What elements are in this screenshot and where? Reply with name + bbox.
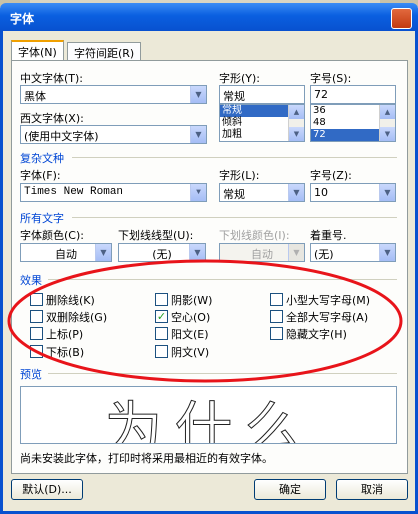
font-size-input[interactable]: 72 — [310, 85, 396, 104]
tab-font[interactable]: 字体(N) — [11, 40, 64, 62]
complex-style-value: 常规 — [223, 188, 245, 201]
complex-font-value: Times New Roman — [24, 186, 124, 198]
complex-size-label: 字号(Z): — [310, 169, 352, 182]
font-style-value: 常规 — [223, 90, 245, 103]
default-button[interactable]: 默认(D)... — [11, 479, 83, 500]
font-size-label: 字号(S): — [310, 72, 352, 85]
chinese-font-label: 中文字体(T): — [20, 72, 84, 85]
annotation-ellipse — [7, 259, 403, 383]
chevron-down-icon[interactable]: ▼ — [190, 184, 206, 201]
font-not-installed-note: 尚未安装此字体，打印时将采用最相近的有效字体。 — [20, 452, 273, 465]
complex-section-header: 复杂文种 — [20, 152, 64, 165]
close-button[interactable] — [391, 8, 412, 29]
chinese-font-combo[interactable]: 黑体 ▼ — [20, 85, 207, 104]
chinese-font-value: 黑体 — [24, 90, 46, 103]
scroll-up-icon[interactable]: ▲ — [380, 105, 395, 119]
complex-font-combo[interactable]: Times New Roman ▼ — [20, 183, 207, 202]
cancel-button[interactable]: 取消 — [336, 479, 408, 500]
complex-style-combo[interactable]: 常规 ▼ — [219, 183, 305, 202]
font-style-list[interactable]: 常规 倾斜 加粗 ▲ ▼ — [219, 104, 305, 142]
scroll-down-icon[interactable]: ▼ — [380, 127, 395, 141]
complex-style-label: 字形(L): — [219, 169, 260, 182]
tab-character-spacing-label: 字符间距(R) — [74, 47, 135, 60]
underline-style-label: 下划线线型(U): — [118, 229, 194, 242]
complex-font-label: 字体(F): — [20, 169, 61, 182]
ok-button[interactable]: 确定 — [254, 479, 326, 500]
complex-size-combo[interactable]: 10 ▼ — [310, 183, 396, 202]
title-bar[interactable]: 字体 — [0, 3, 418, 31]
scroll-up-icon[interactable]: ▲ — [289, 105, 304, 119]
scrollbar[interactable]: ▲ ▼ — [379, 105, 395, 141]
font-style-input[interactable]: 常规 — [219, 85, 305, 104]
window-title: 字体 — [10, 12, 35, 26]
font-style-label: 字形(Y): — [219, 72, 261, 85]
font-color-label: 字体颜色(C): — [20, 229, 84, 242]
all-text-section-header: 所有文字 — [20, 212, 64, 225]
underline-color-label: 下划线颜色(I): — [219, 229, 290, 242]
chevron-down-icon[interactable]: ▼ — [190, 126, 206, 143]
tab-font-label: 字体(N) — [18, 46, 57, 59]
complex-size-value: 10 — [314, 186, 328, 199]
chevron-down-icon[interactable]: ▼ — [190, 86, 206, 103]
divider — [72, 217, 397, 218]
font-size-list[interactable]: 36 48 72 ▲ ▼ — [310, 104, 396, 142]
annotation-ellipse-shape — [7, 259, 403, 383]
scroll-down-icon[interactable]: ▼ — [289, 127, 304, 141]
scrollbar[interactable]: ▲ ▼ — [288, 105, 304, 141]
tab-character-spacing[interactable]: 字符间距(R) — [67, 42, 142, 62]
western-font-value: (使用中文字体) — [24, 130, 99, 143]
western-font-label: 西文字体(X): — [20, 112, 84, 125]
chevron-down-icon[interactable]: ▼ — [379, 184, 395, 201]
chevron-down-icon[interactable]: ▼ — [288, 184, 304, 201]
font-size-value: 72 — [314, 88, 328, 101]
emphasis-label: 着重号. — [310, 229, 347, 242]
divider — [72, 157, 397, 158]
western-font-combo[interactable]: (使用中文字体) ▼ — [20, 125, 207, 144]
